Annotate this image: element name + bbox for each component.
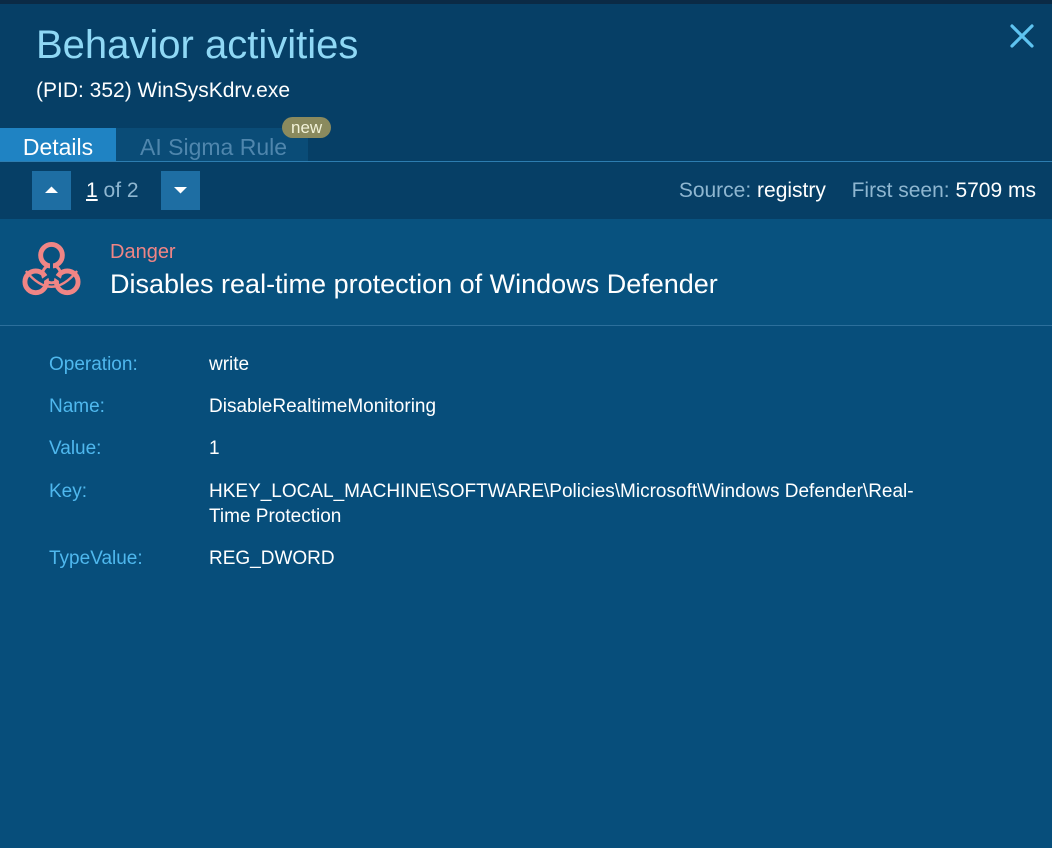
- dialog-header: Behavior activities (PID: 352) WinSysKdr…: [0, 4, 1052, 164]
- source-label: Source:: [678, 179, 752, 202]
- new-badge: new: [282, 117, 332, 138]
- detail-key: Value:: [49, 438, 102, 459]
- biohazard-icon: [22, 241, 81, 296]
- first-seen-value: 5709 ms: [955, 179, 1036, 202]
- first-seen-label: First seen:: [851, 179, 950, 202]
- event-metadata: Source: registry First seen: 5709 ms: [679, 178, 1036, 204]
- close-icon[interactable]: [1006, 20, 1038, 52]
- detail-key: Name:: [49, 396, 105, 417]
- detail-value: DisableRealtimeMonitoring: [209, 396, 437, 417]
- alert-banner: Danger Disables real-time protection of …: [0, 219, 1052, 325]
- process-subtitle: (PID: 352) WinSysKdrv.exe: [36, 79, 291, 102]
- detail-value: write: [209, 354, 250, 375]
- details-panel: Operation: write Name: DisableRealtimeMo…: [0, 326, 1052, 848]
- pager-bar: 1 of 2 Source: registry First seen: 5709…: [0, 162, 1052, 219]
- page-total: of 2: [103, 179, 139, 202]
- tab-details[interactable]: Details: [0, 128, 116, 164]
- tab-ai-sigma-rule[interactable]: AI Sigma Rule: [116, 128, 308, 164]
- detail-value: HKEY_LOCAL_MACHINE\SOFTWARE\Policies\Mic…: [209, 481, 914, 527]
- source-value: registry: [757, 179, 826, 202]
- detail-key: TypeValue:: [49, 548, 143, 569]
- detail-value: REG_DWORD: [209, 548, 335, 569]
- arrow-down-icon: [174, 187, 187, 194]
- current-page[interactable]: 1: [86, 179, 98, 202]
- alert-title: Disables real-time protection of Windows…: [110, 269, 718, 299]
- tab-bar: Details AI Sigma Rule new: [0, 117, 1052, 165]
- severity-label: Danger: [110, 241, 176, 263]
- previous-button[interactable]: [32, 171, 71, 210]
- detail-key: Key:: [49, 481, 88, 502]
- arrow-up-icon: [45, 186, 58, 193]
- next-button[interactable]: [161, 171, 200, 210]
- dialog-title: Behavior activities: [36, 23, 359, 67]
- detail-key: Operation:: [49, 354, 138, 375]
- page-counter: 1 of 2: [86, 178, 139, 204]
- detail-value: 1: [209, 438, 220, 459]
